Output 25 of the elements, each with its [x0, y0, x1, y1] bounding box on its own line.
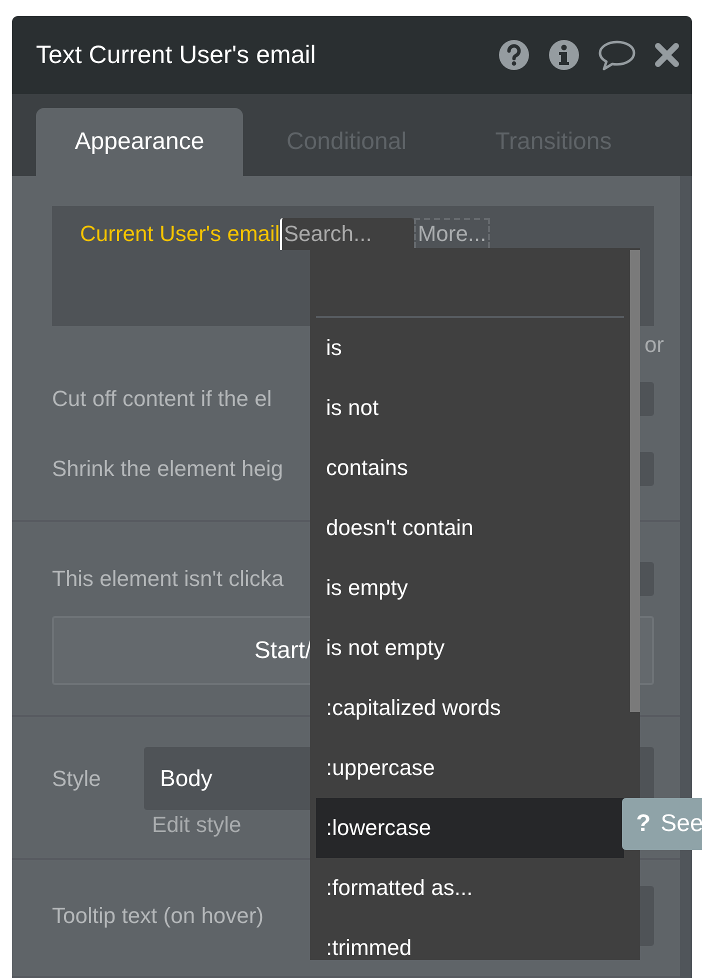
dropdown-option[interactable]: contains [316, 438, 624, 498]
dropdown-option[interactable]: is not empty [316, 618, 624, 678]
dropdown-option[interactable]: :lowercase [316, 798, 624, 858]
dropdown-option[interactable]: is not [316, 378, 624, 438]
scrollbar[interactable] [630, 250, 640, 712]
dropdown-option[interactable]: :uppercase [316, 738, 624, 798]
style-label: Style [52, 766, 102, 792]
dropdown-option[interactable]: is [316, 318, 624, 378]
setting-label: This element isn't clicka [52, 566, 284, 592]
search-field[interactable]: Search... [280, 218, 414, 250]
setting-label: Shrink the element heig [52, 456, 284, 482]
info-icon[interactable] [548, 39, 580, 71]
dropdown-option[interactable]: is empty [316, 558, 624, 618]
dropdown-option[interactable]: doesn't contain [316, 498, 624, 558]
dropdown-option[interactable]: :capitalized words [316, 678, 624, 738]
expression-value: Current User's email [80, 220, 280, 248]
tab[interactable]: Appearance [36, 108, 243, 176]
dropdown-option[interactable]: :formatted as... [316, 858, 624, 918]
window-title: Text Current User's email [36, 40, 317, 70]
setting-label: Cut off content if the el [52, 386, 272, 412]
close-icon[interactable] [654, 42, 680, 68]
dropdown-option[interactable]: :trimmed [316, 918, 624, 960]
help-icon[interactable] [498, 39, 530, 71]
speech-bubble-icon[interactable] [598, 39, 636, 71]
tooltip-label: Tooltip text (on hover) [52, 903, 264, 929]
